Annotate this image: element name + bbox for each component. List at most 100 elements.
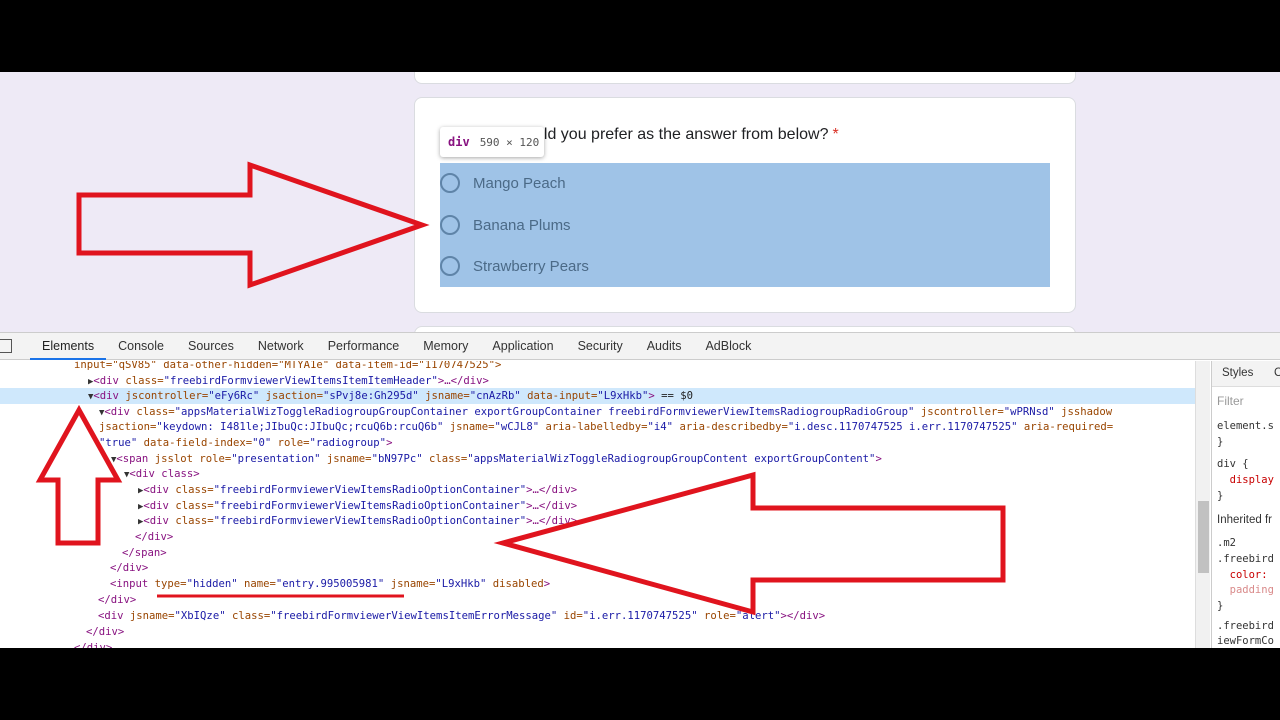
dom-attr: data-input= [520, 390, 598, 402]
radio-button[interactable] [440, 173, 460, 193]
radio-option-label: Banana Plums [473, 216, 571, 234]
video-letterbox-bottom [0, 648, 1280, 720]
tab-memory[interactable]: Memory [411, 333, 480, 360]
radio-option-mango-peach[interactable]: Mango Peach [440, 163, 740, 203]
tab-sources[interactable]: Sources [176, 333, 246, 360]
dom-attr: role= [697, 610, 736, 622]
dom-tag: <div class> [129, 468, 200, 480]
tab-application[interactable]: Application [480, 333, 565, 360]
dom-node-line[interactable]: jsaction="keydown: I481le;JIbuQc:JIbuQc;… [0, 419, 1195, 435]
tab-security[interactable]: Security [566, 333, 635, 360]
tab-performance[interactable]: Performance [316, 333, 412, 360]
dom-value: "freebirdFormviewerViewItemsRadioOptionC… [213, 515, 527, 527]
dom-node-line[interactable]: </span> [0, 545, 1195, 561]
dom-tag: <div [143, 484, 169, 496]
dom-tag: <div [143, 515, 169, 527]
devtools-panel: Elements Console Sources Network Perform… [0, 332, 1280, 648]
dom-tag: </div> [86, 626, 125, 638]
dom-scrollbar[interactable] [1195, 361, 1210, 648]
dom-value: "i.desc.1170747525 i.err.1170747525" [787, 421, 1018, 433]
dom-attr: class= [129, 406, 175, 418]
tab-adblock[interactable]: AdBlock [693, 333, 763, 360]
dom-node-line[interactable]: <div jsname="XbIQze" class="freebirdForm… [0, 608, 1195, 624]
dom-node-line-selected[interactable]: ▼<div jscontroller="eFy6Rc" jsaction="sP… [0, 388, 1195, 404]
tooltip-tag-name: div [448, 135, 470, 149]
dom-tag: <div [98, 610, 124, 622]
dom-value: "freebirdFormviewerViewItemsRadioOptionC… [213, 500, 527, 512]
radio-option-banana-plums[interactable]: Banana Plums [440, 205, 740, 245]
dom-attr: jsname= [123, 610, 175, 622]
dom-attr: role= [271, 437, 310, 449]
dom-value: "radiogroup" [309, 437, 387, 449]
question-title: uld you prefer as the answer from below?… [535, 126, 839, 144]
dom-node-line[interactable]: </div> [0, 560, 1195, 576]
dom-attr: type= [148, 578, 187, 590]
tab-network[interactable]: Network [246, 333, 316, 360]
dom-node-line[interactable]: </div> [0, 640, 1195, 648]
dom-value: "sPvj8e:Gh295d" [323, 390, 419, 402]
dom-tag: <span [116, 453, 149, 465]
tab-styles[interactable]: Styles [1222, 367, 1253, 379]
dom-selected-marker: == $0 [654, 390, 694, 402]
dom-attr: aria-describedby= [673, 421, 788, 433]
dom-node-line[interactable]: ▶<div class="freebirdFormviewerViewItems… [0, 373, 1195, 389]
dom-tag: <input [110, 578, 149, 590]
tab-computed-partial[interactable]: C [1274, 367, 1280, 379]
style-rule-line: iewFormCo [1217, 635, 1274, 647]
dom-value: "i4" [647, 421, 674, 433]
dom-value: "freebirdFormviewerViewItemsItemErrorMes… [270, 610, 558, 622]
dom-attr: jscontroller= [914, 406, 1004, 418]
dom-node-line[interactable]: ▼<span jsslot role="presentation" jsname… [0, 451, 1195, 467]
styles-pane: Styles C Filter element.s } div { displa… [1211, 361, 1280, 648]
dom-value: "keydown: I481le;JIbuQc:JIbuQc;rcuQ6b:rc… [156, 421, 444, 433]
dom-node-line[interactable]: ▶<div class="freebirdFormviewerViewItems… [0, 513, 1195, 529]
tab-audits[interactable]: Audits [635, 333, 694, 360]
devtools-tab-bar: Elements Console Sources Network Perform… [0, 333, 1280, 360]
dom-value: "XbIQze" [174, 610, 226, 622]
dom-node-line[interactable]: ▼<div class="appsMaterialWizToggleRadiog… [0, 404, 1195, 420]
style-rule-line: div { [1217, 458, 1249, 470]
dom-attr: class= [168, 515, 214, 527]
tooltip-dimensions: 590 × 120 [479, 135, 540, 149]
tab-console[interactable]: Console [106, 333, 176, 360]
radio-button[interactable] [440, 256, 460, 276]
dom-tree: input="qSV85" data-other-hidden="MTYA1e"… [0, 361, 1195, 648]
dom-node-line[interactable]: input="qSV85" data-other-hidden="MTYA1e"… [0, 361, 1195, 373]
dom-node-line[interactable]: </div> [0, 624, 1195, 640]
dom-node-line[interactable]: ▶<div class="freebirdFormviewerViewItems… [0, 498, 1195, 514]
dom-value: "L9xHkb" [435, 578, 487, 590]
tab-elements[interactable]: Elements [30, 333, 107, 360]
dom-value: "wCJL8" [494, 421, 540, 433]
radio-option-label: Strawberry Pears [473, 257, 589, 275]
style-rule-line: padding [1217, 584, 1274, 596]
dom-node-line[interactable]: ▼<div class> [0, 466, 1195, 482]
dom-node-line-hidden-input[interactable]: <input type="hidden" name="entry.9950059… [0, 576, 1195, 592]
style-rule-line: element.s [1217, 420, 1274, 432]
styles-filter-input[interactable]: Filter [1217, 394, 1244, 408]
style-rule-line: } [1217, 490, 1224, 502]
dom-attr: jsshadow [1054, 406, 1113, 418]
dom-node-line[interactable]: ▶<div class="freebirdFormviewerViewItems… [0, 482, 1195, 498]
dom-node-line[interactable]: </div> [0, 529, 1195, 545]
dom-attr: jsname= [443, 421, 495, 433]
dom-node-line[interactable]: "true" data-field-index="0" role="radiog… [0, 435, 1195, 451]
dom-attr: data-field-index= [137, 437, 253, 449]
dom-attr: jsslot role= [148, 453, 232, 465]
radio-option-strawberry-pears[interactable]: Strawberry Pears [440, 246, 740, 286]
dock-side-icon[interactable] [0, 339, 12, 353]
dom-attr: jsaction= [259, 390, 324, 402]
radio-button[interactable] [440, 215, 460, 235]
dom-tag: >…</div> [526, 484, 578, 496]
dom-tag: </div> [98, 594, 137, 606]
styles-tab-bar: Styles C [1212, 361, 1280, 387]
dom-attr: aria-labelledby= [539, 421, 648, 433]
dom-text: input="qSV85" data-other-hidden="MTYA1e"… [74, 361, 502, 371]
dom-tag: <div [93, 390, 119, 402]
radio-option-label: Mango Peach [473, 174, 566, 192]
dom-node-line[interactable]: </div> [0, 592, 1195, 608]
scrollbar-thumb[interactable] [1198, 501, 1209, 573]
style-rule-line: } [1217, 436, 1224, 448]
dom-attr: class= [422, 453, 468, 465]
dom-tag: >…</div> [437, 375, 489, 387]
dom-tag: <div [104, 406, 130, 418]
